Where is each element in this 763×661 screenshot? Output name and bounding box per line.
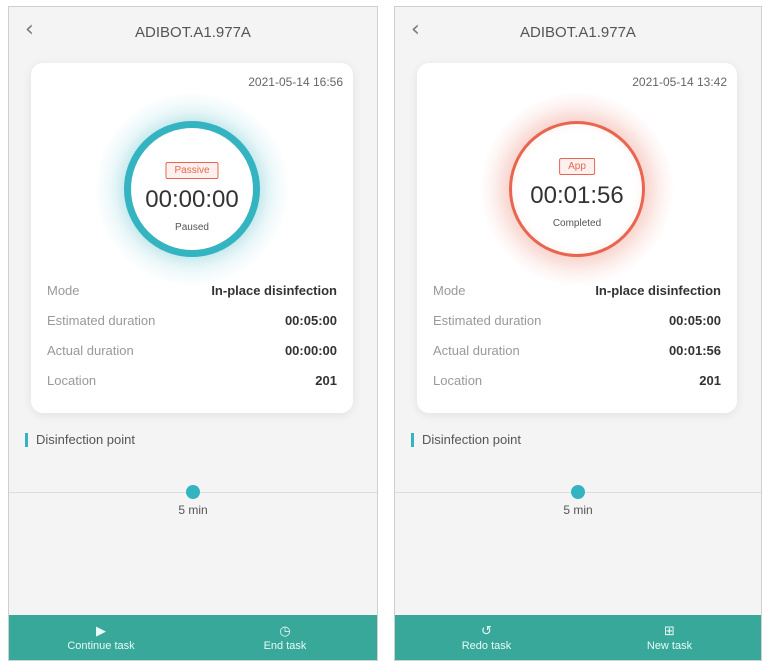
device-title: ADIBOT.A1.977A xyxy=(520,24,636,41)
trigger-badge: App xyxy=(559,158,595,175)
detail-row-actual-duration: Actual duration 00:01:56 xyxy=(433,335,721,365)
redo-task-label: Redo task xyxy=(461,639,512,652)
detail-row-location: Location 201 xyxy=(433,365,721,395)
detail-value: 201 xyxy=(699,372,721,388)
detail-label: Actual duration xyxy=(47,342,134,358)
timer-circle: Passive 00:00:00 Paused xyxy=(124,121,260,257)
nav-bar: ‹ ADIBOT.A1.977A xyxy=(9,7,377,57)
detail-label: Actual duration xyxy=(433,342,520,358)
bottom-action-bar: ▶ Continue task ◷ End task xyxy=(9,615,377,660)
section-title: Disinfection point xyxy=(25,433,135,447)
detail-label: Estimated duration xyxy=(433,312,542,328)
detail-value: 201 xyxy=(315,372,337,388)
section-title: Disinfection point xyxy=(411,433,521,447)
new-task-button[interactable]: ⊞ New task xyxy=(578,615,761,660)
detail-value: In-place disinfection xyxy=(211,282,337,298)
point-duration-label: 5 min xyxy=(178,503,208,517)
task-screen-completed: ‹ ADIBOT.A1.977A 2021-05-14 13:42 App 00… xyxy=(394,6,762,661)
nav-bar: ‹ ADIBOT.A1.977A xyxy=(395,7,761,57)
continue-task-label: Continue task xyxy=(67,639,135,652)
detail-row-mode: Mode In-place disinfection xyxy=(433,275,721,305)
elapsed-timer: 00:00:00 xyxy=(145,186,239,213)
clock-icon: ◷ xyxy=(279,623,291,639)
timer-circle: App 00:01:56 Completed xyxy=(509,121,645,257)
bottom-action-bar: ↺ Redo task ⊞ New task xyxy=(395,615,761,660)
detail-label: Mode xyxy=(433,282,466,298)
disinfection-point-marker[interactable] xyxy=(571,485,585,499)
detail-row-estimated-duration: Estimated duration 00:05:00 xyxy=(47,305,337,335)
detail-row-actual-duration: Actual duration 00:00:00 xyxy=(47,335,337,365)
disinfection-point-marker[interactable] xyxy=(186,485,200,499)
task-state: Paused xyxy=(175,222,209,233)
device-title: ADIBOT.A1.977A xyxy=(135,24,251,41)
new-task-icon: ⊞ xyxy=(664,623,675,639)
detail-value: In-place disinfection xyxy=(595,282,721,298)
end-task-button[interactable]: ◷ End task xyxy=(193,615,377,660)
timer-ring: App 00:01:56 Completed xyxy=(481,93,673,285)
redo-icon: ↺ xyxy=(481,623,492,639)
detail-value: 00:00:00 xyxy=(284,342,337,358)
task-card: 2021-05-14 13:42 App 00:01:56 Completed … xyxy=(417,63,737,413)
detail-value: 00:05:00 xyxy=(284,312,337,328)
detail-row-location: Location 201 xyxy=(47,365,337,395)
trigger-badge: Passive xyxy=(165,162,219,179)
task-timestamp: 2021-05-14 16:56 xyxy=(248,75,343,89)
elapsed-timer: 00:01:56 xyxy=(530,182,624,209)
continue-task-button[interactable]: ▶ Continue task xyxy=(9,615,193,660)
detail-row-mode: Mode In-place disinfection xyxy=(47,275,337,305)
detail-label: Location xyxy=(433,372,483,388)
task-card: 2021-05-14 16:56 Passive 00:00:00 Paused… xyxy=(31,63,353,413)
task-timestamp: 2021-05-14 13:42 xyxy=(632,75,727,89)
detail-row-estimated-duration: Estimated duration 00:05:00 xyxy=(433,305,721,335)
point-duration-label: 5 min xyxy=(563,503,593,517)
detail-label: Mode xyxy=(47,282,80,298)
redo-task-button[interactable]: ↺ Redo task xyxy=(395,615,578,660)
new-task-label: New task xyxy=(646,639,693,652)
task-details: Mode In-place disinfection Estimated dur… xyxy=(47,275,337,395)
task-screen-paused: ‹ ADIBOT.A1.977A 2021-05-14 16:56 Passiv… xyxy=(8,6,378,661)
detail-value: 00:05:00 xyxy=(668,312,721,328)
detail-value: 00:01:56 xyxy=(668,342,721,358)
task-details: Mode In-place disinfection Estimated dur… xyxy=(433,275,721,395)
task-state: Completed xyxy=(552,218,602,229)
timer-ring: Passive 00:00:00 Paused xyxy=(96,93,288,285)
detail-label: Estimated duration xyxy=(47,312,156,328)
detail-label: Location xyxy=(47,372,97,388)
end-task-label: End task xyxy=(263,639,307,652)
play-icon: ▶ xyxy=(96,623,106,639)
